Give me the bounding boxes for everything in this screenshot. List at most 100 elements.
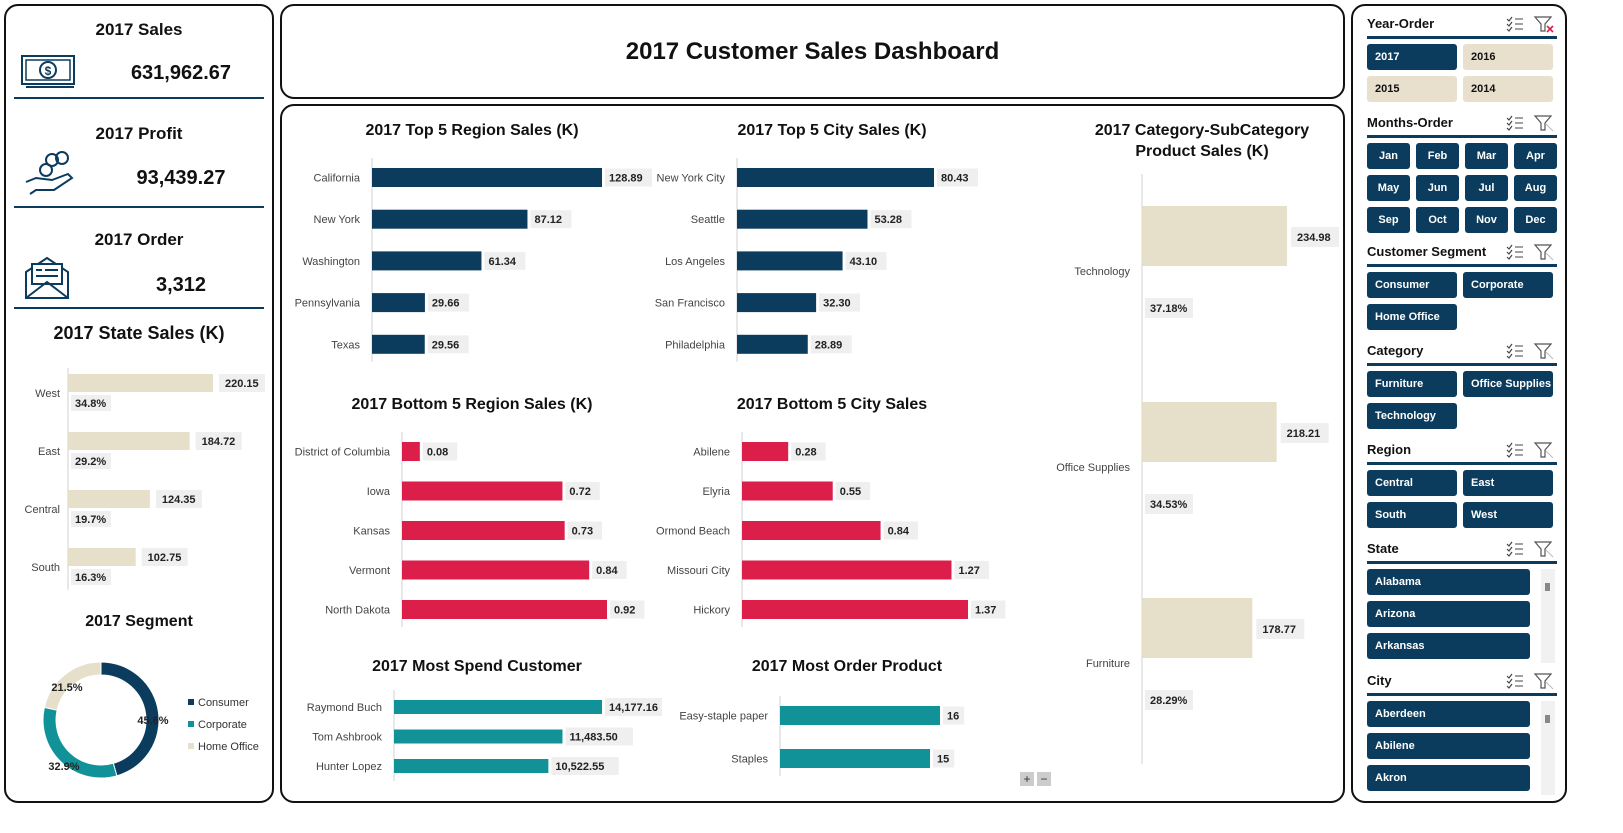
checklist-icon[interactable] xyxy=(1506,442,1523,458)
slicer-item[interactable]: May xyxy=(1367,175,1410,201)
clear-filter-icon[interactable] xyxy=(1533,16,1554,33)
bar xyxy=(394,700,602,714)
slicer-region: Region Central East South West xyxy=(1367,440,1557,528)
charts-panel: 2017 Top 5 Region Sales (K) California 12… xyxy=(280,104,1345,803)
slicer-item[interactable]: Nov xyxy=(1465,207,1508,233)
bar xyxy=(737,168,934,187)
bar xyxy=(1142,402,1277,462)
slicer-item[interactable]: Arkansas xyxy=(1367,633,1530,659)
slicer-item[interactable]: Aberdeen xyxy=(1367,701,1530,727)
slicer-item[interactable]: Mar xyxy=(1465,143,1508,169)
clear-filter-icon[interactable] xyxy=(1533,343,1554,360)
customer-chart: Raymond Buch 14,177.16 Tom Ashbrook 11,483.… xyxy=(307,690,662,781)
legend-label: Corporate xyxy=(198,719,247,731)
legend-label: Home Office xyxy=(198,741,259,753)
clear-filter-icon[interactable] xyxy=(1533,115,1554,132)
slicer-item[interactable]: Central xyxy=(1367,470,1457,496)
bar xyxy=(68,548,136,566)
zoom-out-button[interactable]: − xyxy=(1037,772,1051,786)
bar xyxy=(737,209,868,229)
slicer-item[interactable]: 2015 xyxy=(1367,76,1457,102)
slicer-item[interactable]: Consumer xyxy=(1367,272,1457,298)
data-label: 124.35 xyxy=(162,494,196,506)
checklist-icon[interactable] xyxy=(1506,244,1523,260)
slicer-item[interactable]: Oct xyxy=(1416,207,1459,233)
category-label: Missouri City xyxy=(667,565,730,577)
slicer-item[interactable]: Furniture xyxy=(1367,371,1457,397)
bar xyxy=(394,759,549,773)
checklist-icon[interactable] xyxy=(1506,343,1523,359)
category-label: Central xyxy=(25,504,60,516)
sales-title: 2017 Sales xyxy=(95,20,183,39)
checklist-icon[interactable] xyxy=(1506,673,1523,689)
scrollbar-thumb[interactable] xyxy=(1545,715,1550,723)
slicer-scrollbar[interactable] xyxy=(1541,569,1555,663)
bar xyxy=(372,251,482,271)
data-label: 0.92 xyxy=(614,605,635,617)
bar xyxy=(742,481,833,501)
slicer-item[interactable]: Feb xyxy=(1416,143,1459,169)
envelope-icon xyxy=(25,256,69,299)
bar xyxy=(737,293,817,313)
zoom-in-button[interactable]: + xyxy=(1020,772,1034,786)
slicer-item[interactable]: Jun xyxy=(1416,175,1459,201)
slicer-panel: Year-Order 2017 2016 2015 2014 Months-Order Ja… xyxy=(1351,4,1567,803)
product-title: 2017 Most Order Product xyxy=(751,658,943,675)
bar xyxy=(737,334,808,354)
bar xyxy=(780,706,940,725)
slicer-item[interactable]: Abilene xyxy=(1367,733,1530,759)
slicer-item[interactable]: Corporate xyxy=(1463,272,1553,298)
data-label: 32.30 xyxy=(823,298,851,310)
bar xyxy=(394,729,563,744)
slicer-item[interactable]: Home Office xyxy=(1367,304,1457,330)
slicer-item[interactable]: Akron xyxy=(1367,765,1530,791)
slicer-item[interactable]: East xyxy=(1463,470,1553,496)
data-label: 0.84 xyxy=(596,565,618,577)
slicer-item[interactable]: 2014 xyxy=(1463,76,1553,102)
checklist-icon[interactable] xyxy=(1506,541,1523,557)
category-label: Office Supplies xyxy=(1056,462,1130,474)
data-label: 14,177.16 xyxy=(609,702,658,714)
slicer-buttons: Aberdeen Abilene Akron xyxy=(1367,701,1557,791)
data-label: 184.72 xyxy=(202,436,236,448)
slicer-item[interactable]: Sep xyxy=(1367,207,1410,233)
slicer-state: State Alabama Arizona Arkansas xyxy=(1367,539,1557,663)
checklist-icon[interactable] xyxy=(1506,16,1523,32)
slicer-item[interactable]: Technology xyxy=(1367,403,1457,429)
percent-label: 29.2% xyxy=(75,456,106,468)
slicer-header: Year-Order xyxy=(1367,14,1557,39)
slicer-item[interactable]: 2017 xyxy=(1367,44,1457,70)
slicer-item[interactable]: Dec xyxy=(1514,207,1557,233)
clear-filter-icon[interactable] xyxy=(1533,442,1554,459)
data-label: 0.08 xyxy=(427,447,448,459)
slicer-item[interactable]: Jul xyxy=(1465,175,1508,201)
slicer-item[interactable]: Aug xyxy=(1514,175,1557,201)
slicer-item[interactable]: Apr xyxy=(1514,143,1557,169)
data-label: 102.75 xyxy=(148,552,182,564)
slicer-toolbar xyxy=(1506,673,1554,690)
slicer-item[interactable]: Arizona xyxy=(1367,601,1530,627)
percent-label: 34.53% xyxy=(1150,499,1188,511)
slicer-scrollbar[interactable] xyxy=(1541,701,1555,795)
category-title: 2017 Category-SubCategory Product Sales … xyxy=(1094,122,1310,160)
slicer-item[interactable]: Alabama xyxy=(1367,569,1530,595)
slicer-item[interactable]: Jan xyxy=(1367,143,1410,169)
hand-coins-icon xyxy=(25,151,74,195)
kpi-panel: 2017 Sales $ 631,962.67 2017 Profit 93,4… xyxy=(4,4,274,803)
scrollbar-thumb[interactable] xyxy=(1545,583,1550,591)
slicer-item[interactable]: South xyxy=(1367,502,1457,528)
slicer-item[interactable]: 2016 xyxy=(1463,44,1553,70)
data-label: 80.43 xyxy=(941,173,969,185)
slicer-item[interactable]: Office Supplies xyxy=(1463,371,1553,397)
checklist-icon[interactable] xyxy=(1506,115,1523,131)
category-label: Staples xyxy=(731,754,768,766)
category-label: Pennsylvania xyxy=(295,298,361,310)
slicer-buttons: Jan Feb Mar Apr May Jun Jul Aug Sep Oct Nov Dec xyxy=(1367,143,1557,233)
clear-filter-icon[interactable] xyxy=(1533,244,1554,261)
bottom-region-title: 2017 Bottom 5 Region Sales (K) xyxy=(351,396,593,413)
clear-filter-icon[interactable] xyxy=(1533,673,1554,690)
slicer-item[interactable]: West xyxy=(1463,502,1553,528)
clear-filter-icon[interactable] xyxy=(1533,541,1554,558)
slicer-header: Customer Segment xyxy=(1367,242,1557,267)
data-label: 178.77 xyxy=(1262,624,1296,636)
